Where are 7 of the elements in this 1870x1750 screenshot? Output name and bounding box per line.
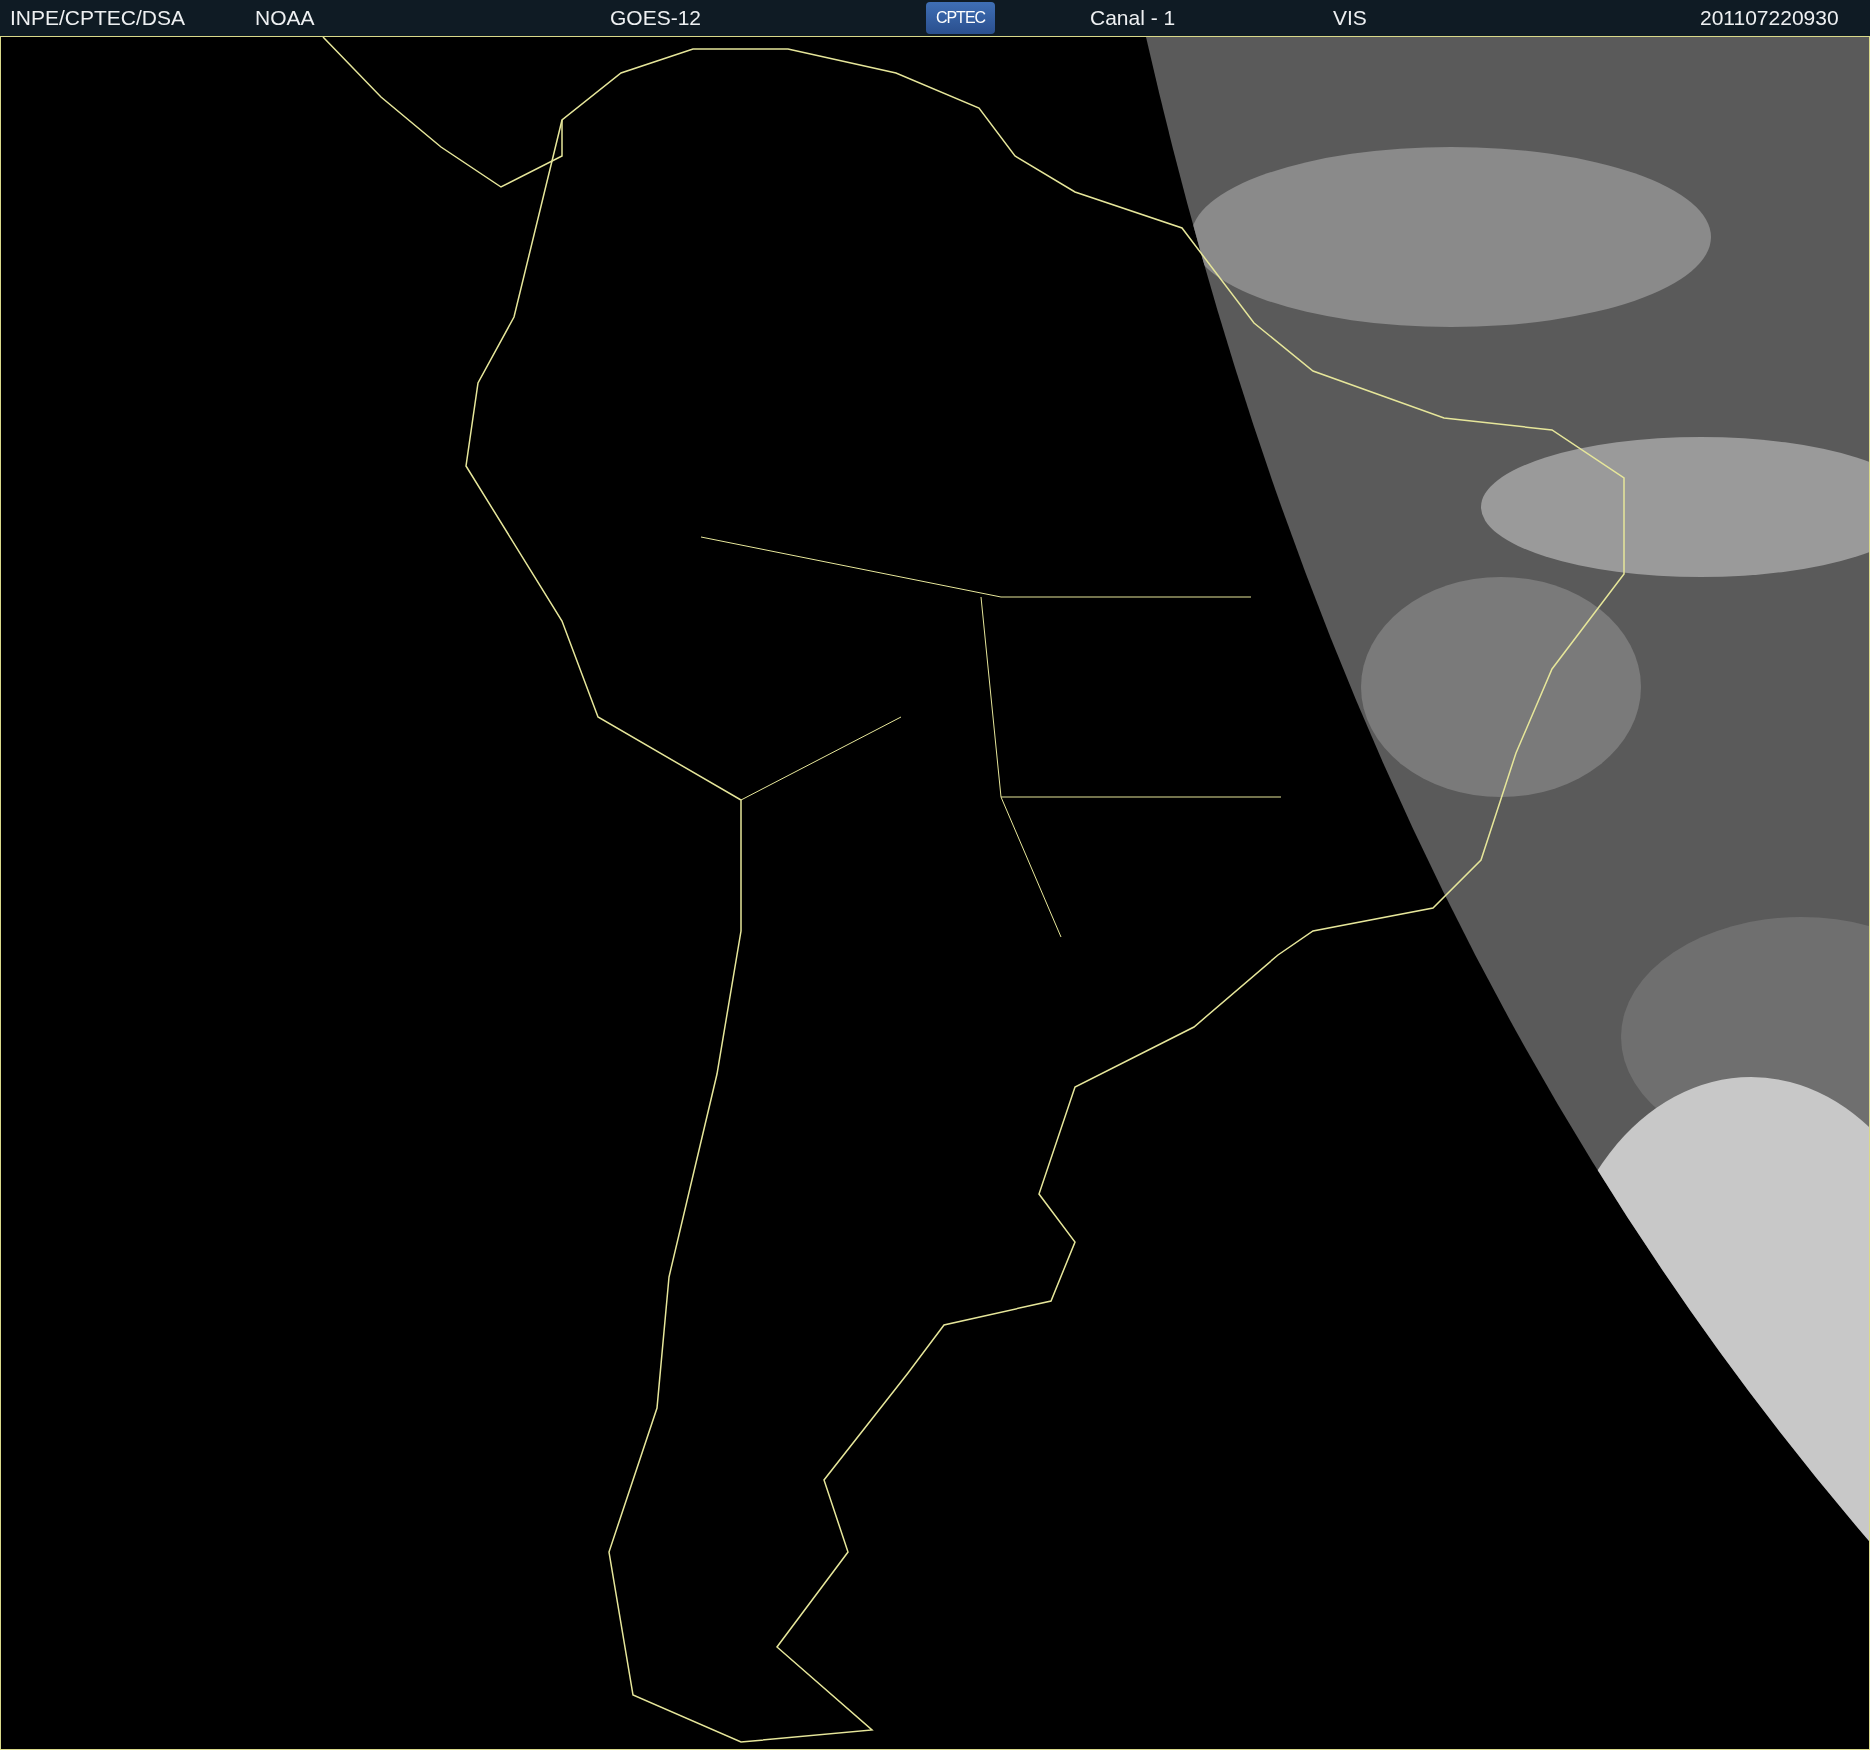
source-label: INPE/CPTEC/DSA (10, 6, 186, 30)
timestamp-label: 201107220930 (1700, 6, 1839, 30)
channel-label: Canal - 1 (1090, 6, 1176, 30)
logo-badge: CPTEC (926, 2, 995, 34)
band-label: VIS (1333, 6, 1367, 30)
agency-label: NOAA (255, 6, 315, 30)
satellite-label: GOES-12 (610, 6, 702, 30)
